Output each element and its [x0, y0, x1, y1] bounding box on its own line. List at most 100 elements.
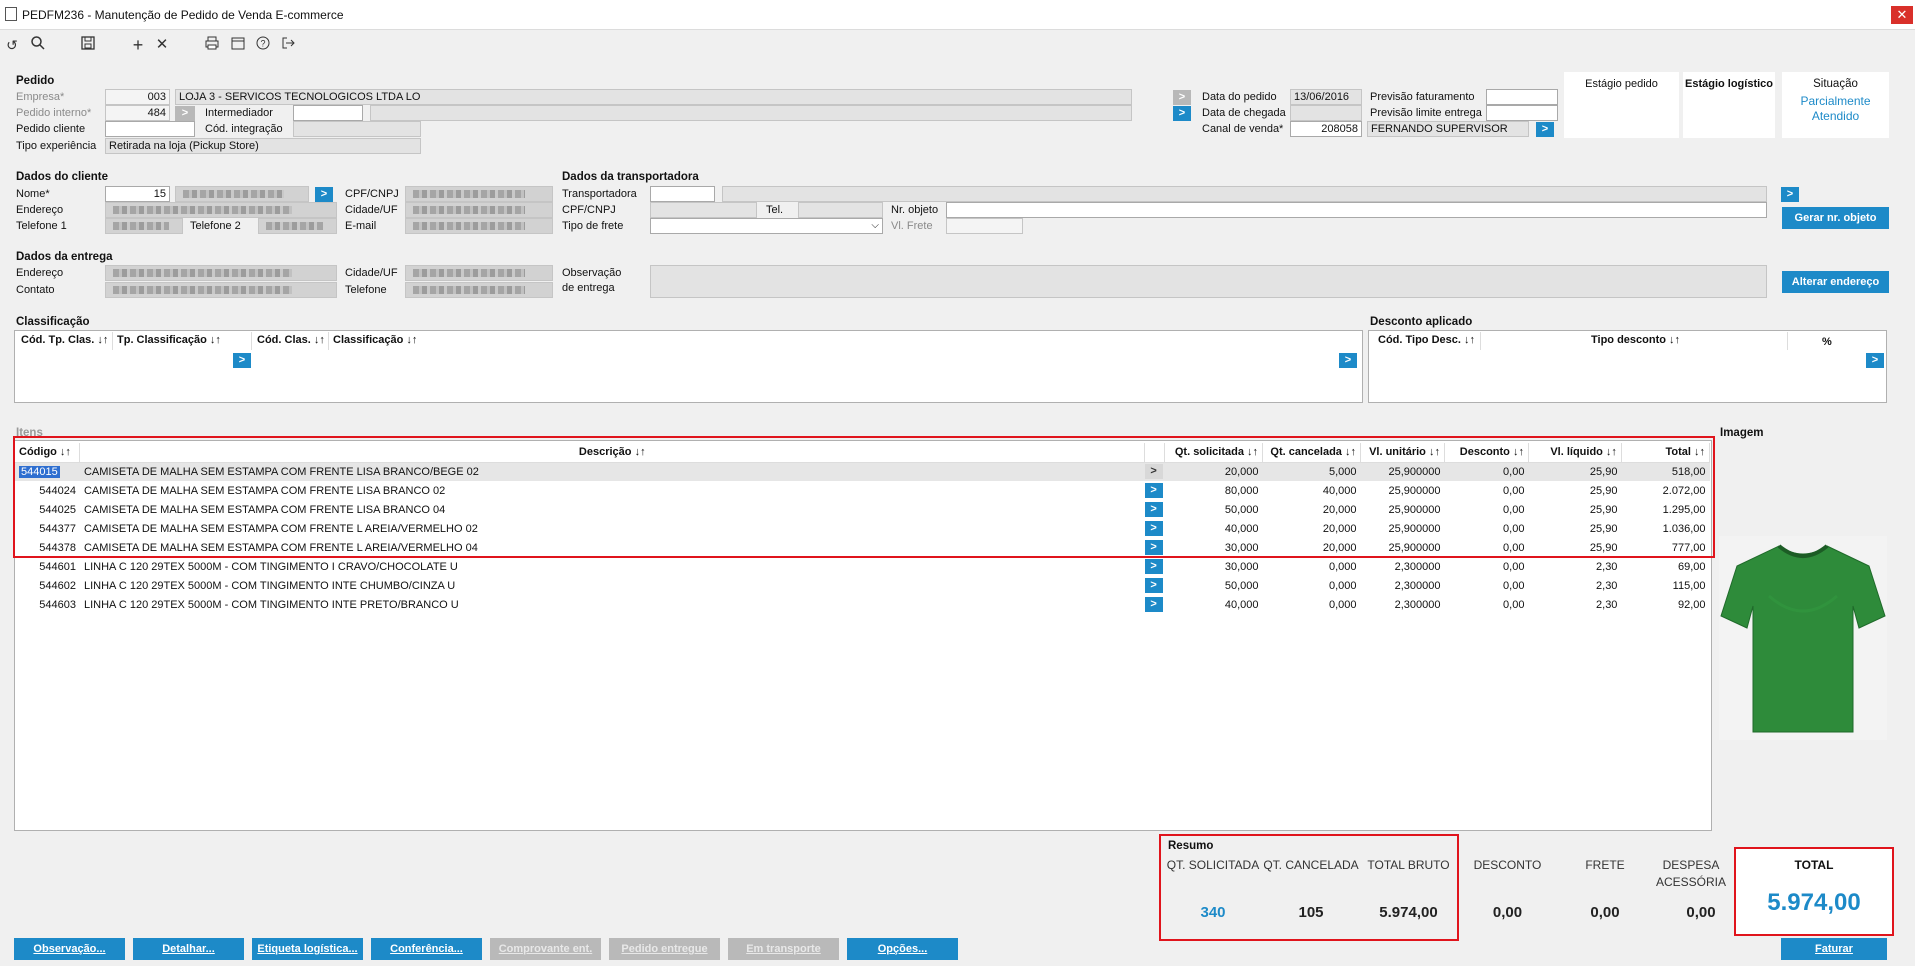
- intermediador-field[interactable]: [293, 105, 363, 121]
- calendar-icon[interactable]: [228, 35, 248, 55]
- pedido-cliente-label: Pedido cliente: [16, 123, 86, 135]
- pedido-interno-field[interactable]: 484: [105, 105, 170, 121]
- entrega-cidade-field: [405, 265, 553, 281]
- nome-label: Nome*: [16, 188, 50, 200]
- qt-solicitada-label: QT. SOLICITADA: [1166, 858, 1260, 872]
- pedido-interno-label: Pedido interno*: [16, 107, 92, 119]
- opcoes-button[interactable]: Opções...: [847, 938, 958, 960]
- previsao-faturamento-field[interactable]: [1486, 89, 1558, 105]
- empresa-lookup-button[interactable]: >: [1173, 90, 1191, 105]
- desconto-col-header[interactable]: Cód. Tipo Desc. ↓↑: [1378, 334, 1475, 346]
- classificacao-col-header[interactable]: Cód. Clas. ↓↑: [257, 334, 325, 346]
- imagem-label: Imagem: [1720, 427, 1764, 439]
- empresa-field[interactable]: 003: [105, 89, 170, 105]
- item-qt-cancelada: 0,000: [1328, 560, 1357, 573]
- desconto-col-header[interactable]: Tipo desconto ↓↑: [1591, 334, 1680, 346]
- classificacao-col-header[interactable]: Classificação ↓↑: [333, 334, 417, 346]
- conferencia-button[interactable]: Conferência...: [371, 938, 482, 960]
- toolbar: ↺ + ✕ ?: [0, 31, 1915, 59]
- telefone2-label: Telefone 2: [190, 220, 241, 232]
- total-bruto-label: TOTAL BRUTO: [1367, 858, 1450, 872]
- exit-icon[interactable]: [278, 35, 298, 55]
- desconto-label: DESCONTO: [1473, 858, 1542, 872]
- desconto-col-header[interactable]: %: [1822, 336, 1832, 348]
- estagio-pedido-label: Estágio pedido: [1585, 78, 1658, 90]
- data-chegada-field: [1290, 105, 1362, 121]
- endereco-field: [105, 202, 337, 218]
- cliente-lookup-button[interactable]: >: [315, 187, 333, 202]
- nr-objeto-field[interactable]: [946, 202, 1767, 218]
- nr-objeto-label: Nr. objeto: [891, 204, 939, 216]
- observacao-button[interactable]: Observação...: [14, 938, 125, 960]
- pedido-entregue-button[interactable]: Pedido entregue: [609, 938, 720, 960]
- item-vl-unitario: 2,300000: [1394, 560, 1441, 573]
- entrega-cidade-label: Cidade/UF: [345, 267, 398, 279]
- transportadora-field[interactable]: [650, 186, 715, 202]
- entrega-telefone-field: [405, 282, 553, 298]
- print-icon[interactable]: [202, 35, 222, 55]
- cidade-field: [405, 202, 553, 218]
- situacao-label: Situação: [1813, 78, 1858, 90]
- cod-integracao-label: Cód. integração: [205, 123, 283, 135]
- tipo-frete-select[interactable]: ⌵: [650, 218, 883, 234]
- table-row[interactable]: 544603 LINHA C 120 29TEX 5000M - COM TIN…: [15, 595, 1710, 614]
- save-icon[interactable]: [78, 35, 98, 55]
- close-button[interactable]: ✕: [1891, 6, 1913, 24]
- item-qt-solicitada: 50,000: [1224, 579, 1259, 592]
- classificacao-lookup-button[interactable]: >: [233, 353, 251, 368]
- classificacao-table: Cód. Tp. Clas. ↓↑ Tp. Classificação ↓↑ C…: [14, 330, 1363, 403]
- search-icon[interactable]: [28, 35, 48, 55]
- canal-venda-field[interactable]: 208058: [1290, 121, 1362, 137]
- tipo-experiencia-field: Retirada na loja (Pickup Store): [105, 138, 421, 154]
- classificacao-col-header[interactable]: Tp. Classificação ↓↑: [117, 334, 221, 346]
- comprovante-button[interactable]: Comprovante ent.: [490, 938, 601, 960]
- item-detail-button[interactable]: >: [1144, 597, 1163, 612]
- qt-solicitada-value: 340: [1200, 904, 1226, 921]
- em-transporte-button[interactable]: Em transporte: [728, 938, 839, 960]
- tipo-experiencia-label: Tipo experiência: [16, 140, 97, 152]
- item-qt-cancelada: 0,000: [1328, 598, 1357, 611]
- situacao-panel: Situação Parcialmente Atendido: [1782, 72, 1889, 138]
- window-title: PEDFM236 - Manutenção de Pedido de Venda…: [22, 8, 344, 22]
- table-row[interactable]: 544601 LINHA C 120 29TEX 5000M - COM TIN…: [15, 557, 1710, 576]
- table-row[interactable]: 544602 LINHA C 120 29TEX 5000M - COM TIN…: [15, 576, 1710, 595]
- item-qt-solicitada: 40,000: [1224, 598, 1259, 611]
- item-detail-button[interactable]: >: [1144, 578, 1163, 593]
- faturar-button[interactable]: Faturar: [1781, 938, 1887, 960]
- data-pedido-field: 13/06/2016: [1290, 89, 1362, 105]
- etiqueta-logistica-button[interactable]: Etiqueta logística...: [252, 938, 363, 960]
- nome-field: [175, 186, 309, 202]
- tel-field: [798, 202, 883, 218]
- transportadora-section-title: Dados da transportadora: [562, 171, 699, 183]
- email-field: [405, 218, 553, 234]
- item-detail-button[interactable]: >: [1144, 559, 1163, 574]
- item-codigo: 544603: [39, 598, 76, 611]
- desconto-section-title: Desconto aplicado: [1370, 316, 1473, 328]
- entrega-telefone-label: Telefone: [345, 284, 387, 296]
- pedido-interno-nav-button[interactable]: >: [175, 106, 195, 121]
- pedido-cliente-field[interactable]: [105, 121, 195, 137]
- classificacao-col-header[interactable]: Cód. Tp. Clas. ↓↑: [21, 334, 108, 346]
- classificacao-lookup-button-2[interactable]: >: [1339, 353, 1357, 368]
- desconto-lookup-button[interactable]: >: [1866, 353, 1884, 368]
- undo-icon[interactable]: ↺: [2, 35, 22, 55]
- item-vl-liquido: 2,30: [1596, 560, 1618, 573]
- transportadora-lookup-button[interactable]: >: [1781, 187, 1799, 202]
- gerar-nr-objeto-button[interactable]: Gerar nr. objeto: [1782, 207, 1889, 229]
- estagio-logistico-label: Estágio logístico: [1684, 78, 1773, 90]
- detalhar-button[interactable]: Detalhar...: [133, 938, 244, 960]
- transp-cpf-label: CPF/CNPJ: [562, 204, 616, 216]
- help-icon[interactable]: ?: [253, 35, 273, 55]
- delete-icon[interactable]: ✕: [152, 35, 172, 55]
- intermediador-lookup-button[interactable]: >: [1173, 106, 1191, 121]
- add-icon[interactable]: +: [128, 35, 148, 55]
- despesa-value: 0,00: [1686, 904, 1716, 921]
- estagio-pedido-panel: Estágio pedido: [1564, 72, 1679, 138]
- item-total: 69,00: [1677, 560, 1706, 573]
- cliente-section-title: Dados do cliente: [16, 171, 109, 183]
- nome-code-field[interactable]: 15: [105, 186, 170, 202]
- canal-venda-lookup-button[interactable]: >: [1536, 122, 1554, 137]
- previsao-limite-field[interactable]: [1486, 105, 1558, 121]
- title-bar: PEDFM236 - Manutenção de Pedido de Venda…: [0, 0, 1915, 30]
- alterar-endereco-button[interactable]: Alterar endereço: [1782, 271, 1889, 293]
